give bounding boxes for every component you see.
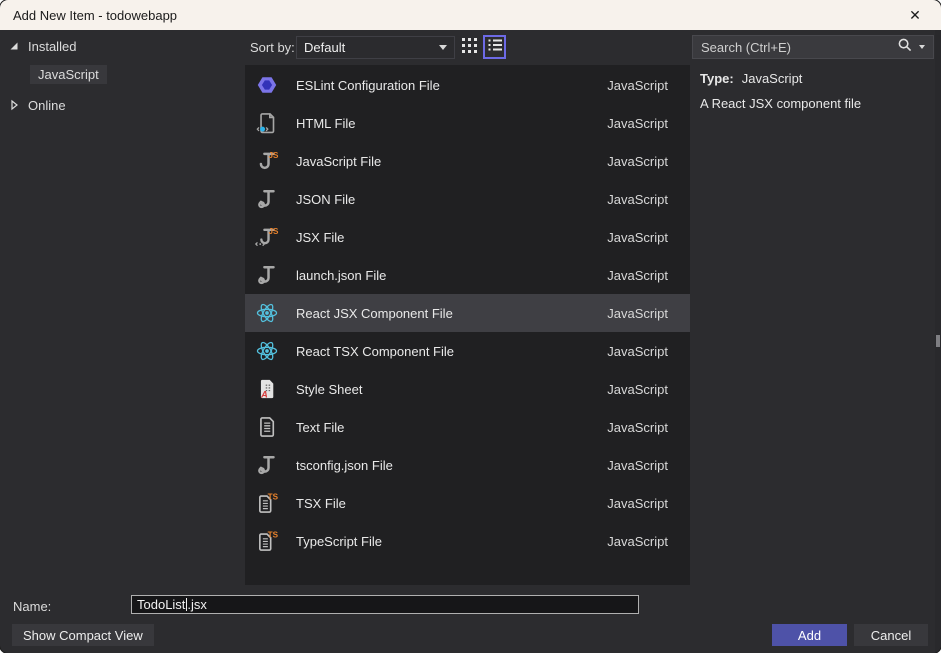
grid-view-button[interactable]: [459, 36, 480, 59]
template-row[interactable]: launch.json File JavaScript: [245, 256, 690, 294]
template-row[interactable]: React TSX Component File JavaScript: [245, 332, 690, 370]
tree-item-label: Installed: [28, 39, 76, 54]
sort-dropdown-value: Default: [304, 40, 345, 55]
dialog-title: Add New Item - todowebapp: [13, 8, 177, 23]
jsx-file-icon: JS: [254, 224, 280, 250]
show-compact-view-button[interactable]: Show Compact View: [12, 624, 154, 646]
type-label: Type:: [700, 71, 734, 86]
dropdown-caret-icon: [439, 45, 447, 50]
tree-item-label: Online: [28, 98, 66, 113]
search-icon[interactable]: [897, 37, 913, 58]
text-file-icon: [254, 414, 280, 440]
template-row[interactable]: JSON File JavaScript: [245, 180, 690, 218]
template-details: Type: JavaScript A React JSX component f…: [700, 71, 928, 111]
add-button[interactable]: Add: [772, 624, 847, 646]
vertical-scrollbar[interactable]: [935, 30, 941, 653]
titlebar: Add New Item - todowebapp: [0, 0, 941, 30]
template-description: A React JSX component file: [700, 96, 928, 111]
name-input[interactable]: TodoList .jsx: [131, 595, 639, 614]
list-view-icon: [487, 37, 503, 58]
js-file-icon: JS: [254, 148, 280, 174]
add-new-item-dialog: Add New Item - todowebapp ✕ Installed Ja…: [0, 0, 941, 653]
json-file-icon: [254, 452, 280, 478]
template-row[interactable]: Text File JavaScript: [245, 408, 690, 446]
svg-text:A: A: [260, 389, 268, 399]
template-row[interactable]: A Style Sheet JavaScript: [245, 370, 690, 408]
html-file-icon: [254, 110, 280, 136]
template-row[interactable]: tsconfig.json File JavaScript: [245, 446, 690, 484]
grid-view-icon: [461, 37, 478, 59]
close-icon[interactable]: ✕: [899, 0, 931, 30]
ts-file-icon: TS: [254, 528, 280, 554]
name-value-before-caret: TodoList: [137, 597, 185, 612]
tree-item-installed[interactable]: Installed: [8, 36, 76, 56]
cancel-button[interactable]: Cancel: [854, 624, 928, 646]
template-row[interactable]: TS TypeScript File JavaScript: [245, 522, 690, 560]
template-row[interactable]: ESLint Configuration File JavaScript: [245, 66, 690, 104]
sort-by-label: Sort by:: [250, 40, 295, 55]
svg-text:TS: TS: [268, 492, 279, 501]
eslint-icon: [254, 72, 280, 98]
template-row[interactable]: React JSX Component File JavaScript: [245, 294, 690, 332]
scrollbar-thumb[interactable]: [936, 335, 940, 347]
ts-file-icon: TS: [254, 490, 280, 516]
template-list: ESLint Configuration File JavaScript HTM…: [245, 65, 690, 585]
sort-dropdown[interactable]: Default: [296, 36, 455, 59]
search-placeholder: Search (Ctrl+E): [701, 40, 791, 55]
svg-text:JS: JS: [269, 151, 280, 160]
collapsed-triangle-icon: [8, 99, 20, 111]
name-label: Name:: [13, 599, 51, 614]
tree-item-javascript[interactable]: JavaScript: [30, 65, 107, 84]
react-icon: [254, 300, 280, 326]
svg-text:TS: TS: [268, 530, 279, 539]
type-value: JavaScript: [742, 71, 803, 86]
svg-text:JS: JS: [269, 227, 280, 236]
json-file-icon: [254, 262, 280, 288]
name-value-after-caret: .jsx: [187, 597, 207, 612]
search-options-caret-icon[interactable]: [919, 45, 925, 49]
list-view-button[interactable]: [483, 35, 506, 59]
react-icon: [254, 338, 280, 364]
search-input[interactable]: Search (Ctrl+E): [692, 35, 934, 59]
stylesheet-icon: A: [254, 376, 280, 402]
template-row[interactable]: JS JavaScript File JavaScript: [245, 142, 690, 180]
expanded-triangle-icon: [8, 40, 20, 52]
template-row[interactable]: TS TSX File JavaScript: [245, 484, 690, 522]
tree-item-online[interactable]: Online: [8, 95, 66, 115]
template-row[interactable]: JS JSX File JavaScript: [245, 218, 690, 256]
json-file-icon: [254, 186, 280, 212]
template-row[interactable]: HTML File JavaScript: [245, 104, 690, 142]
category-tree: Installed JavaScript Online: [0, 30, 245, 588]
